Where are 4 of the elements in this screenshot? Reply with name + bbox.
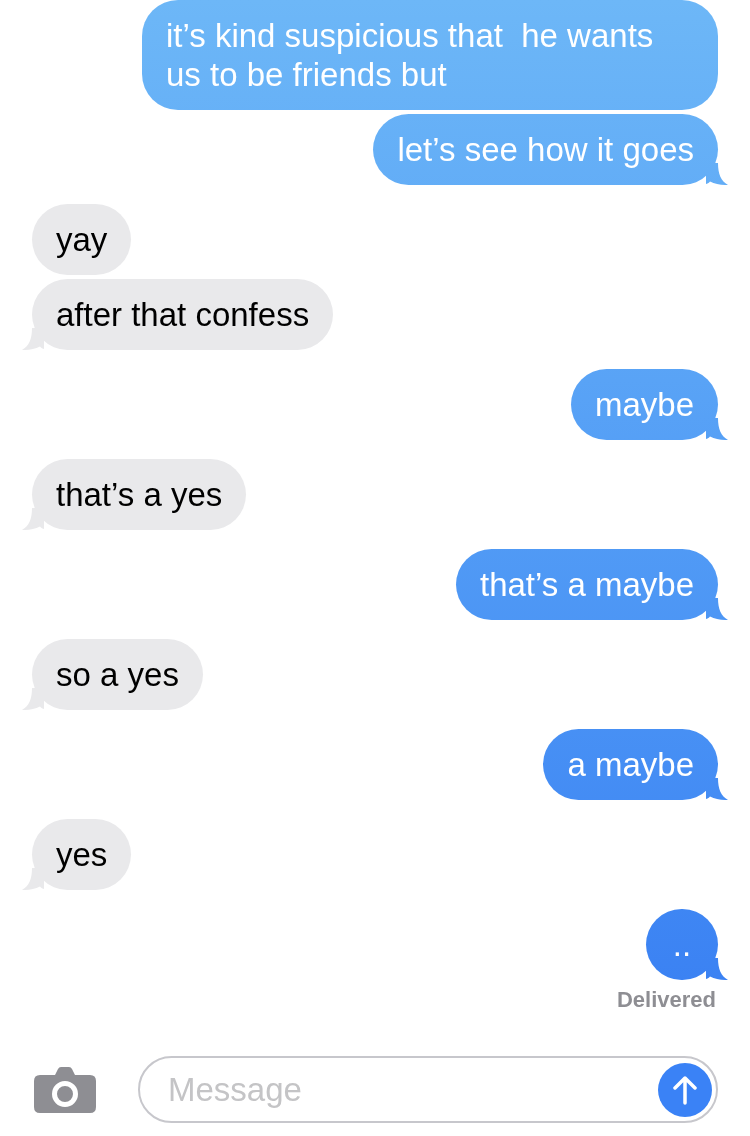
arrow-up-icon [673, 1074, 697, 1105]
camera-icon[interactable] [34, 1066, 96, 1113]
delivery-status: Delivered [616, 987, 716, 1013]
message-field[interactable]: Message [138, 1056, 718, 1123]
